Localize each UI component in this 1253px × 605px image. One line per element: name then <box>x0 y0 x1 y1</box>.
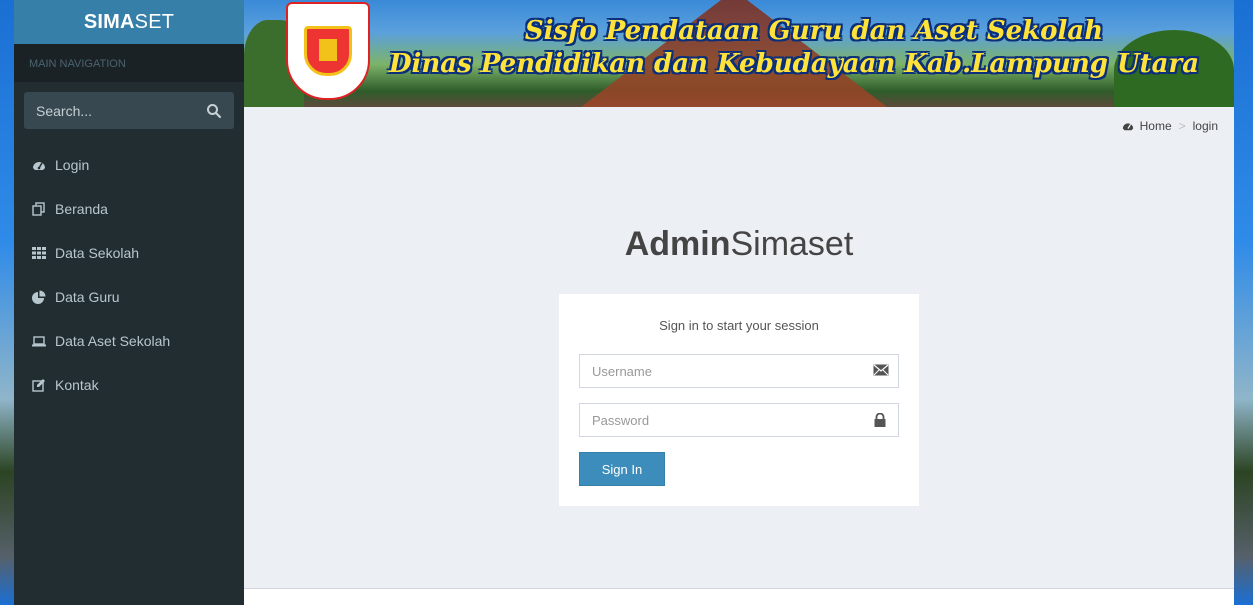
banner-title-line1: Sisfo Pendataan Guru dan Aset Sekolah <box>524 16 1104 46</box>
dashboard-icon <box>32 158 46 172</box>
login-logo[interactable]: AdminSimaset <box>244 225 1234 264</box>
sidebar: SIMASET MAIN NAVIGATION Login Beranda <box>14 0 244 605</box>
laptop-icon <box>32 334 46 348</box>
sidebar-item-data-guru[interactable]: Data Guru <box>14 275 244 319</box>
dashboard-icon <box>1122 120 1134 132</box>
sidebar-menu: Login Beranda Data Sekolah Data Guru Dat… <box>14 143 244 407</box>
lock-icon <box>873 413 889 427</box>
sidebar-item-label: Beranda <box>55 201 108 217</box>
login-logo-bold: Admin <box>624 225 731 263</box>
files-icon <box>32 202 46 216</box>
main-content: Home > login AdminSimaset Sign in to sta… <box>244 107 1234 588</box>
pie-chart-icon <box>32 290 46 304</box>
emblem-shield <box>304 26 352 76</box>
background-left <box>0 0 14 605</box>
sidebar-item-data-aset-sekolah[interactable]: Data Aset Sekolah <box>14 319 244 363</box>
edit-icon <box>32 378 46 392</box>
regency-emblem-icon <box>286 2 370 100</box>
breadcrumb: Home > login <box>1122 119 1218 133</box>
sidebar-item-data-sekolah[interactable]: Data Sekolah <box>14 231 244 275</box>
banner-title-line2: Dinas Pendidikan dan Kebudayaan Kab.Lamp… <box>388 49 1200 79</box>
logo-bold: SIMA <box>83 10 135 33</box>
password-group <box>579 403 899 437</box>
app-logo[interactable]: SIMA SET <box>14 0 244 44</box>
breadcrumb-home[interactable]: Home <box>1122 119 1172 133</box>
login-box: Sign in to start your session Sign In <box>559 294 919 506</box>
sidebar-item-label: Kontak <box>55 377 99 393</box>
login-message: Sign in to start your session <box>659 318 819 333</box>
search-box <box>24 92 234 129</box>
breadcrumb-home-label: Home <box>1139 119 1172 133</box>
nav-header: MAIN NAVIGATION <box>14 44 244 82</box>
sidebar-search <box>14 82 244 139</box>
sidebar-item-beranda[interactable]: Beranda <box>14 187 244 231</box>
search-input[interactable] <box>36 102 196 119</box>
sidebar-item-kontak[interactable]: Kontak <box>14 363 244 407</box>
password-field[interactable] <box>580 404 898 436</box>
logo-light: SET <box>134 10 175 33</box>
username-field[interactable] <box>580 355 898 387</box>
search-icon[interactable] <box>206 103 222 119</box>
footer <box>244 588 1234 605</box>
username-group <box>579 354 899 388</box>
sidebar-item-login[interactable]: Login <box>14 143 244 187</box>
sidebar-item-label: Data Guru <box>55 289 120 305</box>
login-logo-light: Simaset <box>730 225 854 263</box>
header-banner: Sisfo Pendataan Guru dan Aset Sekolah Di… <box>244 0 1234 107</box>
sign-in-button[interactable]: Sign In <box>579 452 665 486</box>
breadcrumb-current: login <box>1192 119 1218 133</box>
sidebar-item-label: Data Sekolah <box>55 245 140 261</box>
sidebar-item-label: Login <box>55 157 90 173</box>
envelope-icon <box>873 364 889 378</box>
sidebar-item-label: Data Aset Sekolah <box>55 333 171 349</box>
breadcrumb-separator: > <box>1178 119 1186 133</box>
background-right <box>1234 0 1253 605</box>
grid-icon <box>32 246 46 260</box>
